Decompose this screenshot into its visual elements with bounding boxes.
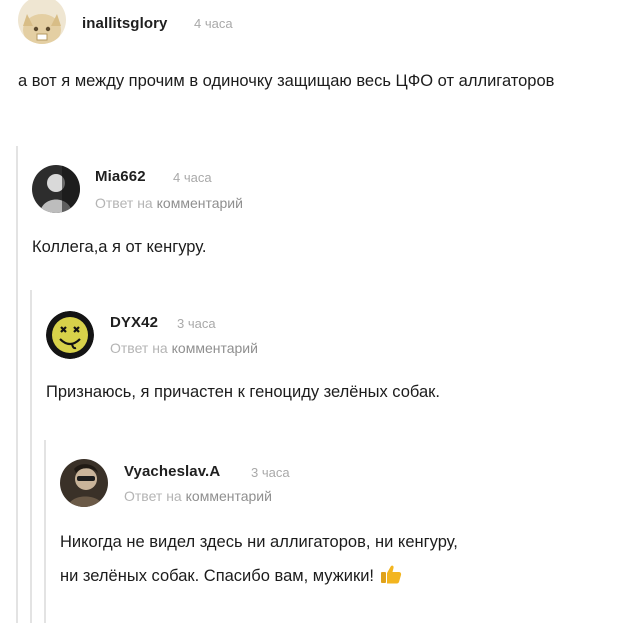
timestamp: 4 часа bbox=[194, 16, 233, 31]
dark-portrait-avatar-icon bbox=[32, 165, 80, 213]
comment-text-line-content: ни зелёных собак. Спасибо вам, мужики! bbox=[60, 567, 374, 585]
comment-text: а вот я между прочим в одиночку защищаю … bbox=[18, 72, 555, 90]
avatar[interactable] bbox=[46, 311, 94, 359]
reply-target[interactable]: комментарий bbox=[186, 488, 272, 504]
comment-text: Никогда не видел здесь ни аллигаторов, н… bbox=[60, 525, 620, 593]
username[interactable]: inallitsglory bbox=[82, 15, 168, 32]
comment-text-line: ни зелёных собак. Спасибо вам, мужики! bbox=[60, 559, 620, 593]
reply-to-link[interactable]: Ответ на комментарий bbox=[110, 340, 258, 356]
smiley-face-avatar-icon bbox=[46, 311, 94, 359]
comment-3: DYX42 3 часа Ответ на комментарий Призна… bbox=[46, 305, 626, 435]
comment-1: inallitsglory 4 часа а вот я между прочи… bbox=[18, 0, 618, 140]
cat-face-avatar-icon bbox=[18, 0, 66, 44]
avatar[interactable] bbox=[18, 0, 66, 44]
avatar[interactable] bbox=[60, 459, 108, 507]
username[interactable]: Vyacheslav.A bbox=[124, 463, 220, 480]
photo-portrait-avatar-icon bbox=[60, 459, 108, 507]
thread-rail bbox=[30, 290, 32, 623]
thread-rail bbox=[44, 440, 46, 623]
reply-to-link[interactable]: Ответ на комментарий bbox=[95, 195, 243, 211]
comment-text-line: Никогда не видел здесь ни аллигаторов, н… bbox=[60, 533, 458, 551]
avatar[interactable] bbox=[32, 165, 80, 213]
thread-rail bbox=[16, 146, 18, 623]
comment-text: Коллега,а я от кенгуру. bbox=[32, 238, 207, 256]
comment-thread: inallitsglory 4 часа а вот я между прочи… bbox=[0, 0, 635, 623]
timestamp: 3 часа bbox=[251, 465, 290, 480]
reply-target[interactable]: комментарий bbox=[157, 195, 243, 211]
thumbs-up-icon bbox=[381, 565, 402, 584]
reply-prefix: Ответ на bbox=[110, 340, 168, 356]
timestamp: 3 часа bbox=[177, 316, 216, 331]
reply-prefix: Ответ на bbox=[95, 195, 153, 211]
username[interactable]: Mia662 bbox=[95, 168, 146, 185]
reply-to-link[interactable]: Ответ на комментарий bbox=[124, 488, 272, 504]
comment-text: Признаюсь, я причастен к геноциду зелёны… bbox=[46, 383, 440, 401]
comment-2: Mia662 4 часа Ответ на комментарий Колле… bbox=[32, 160, 622, 290]
reply-target[interactable]: комментарий bbox=[172, 340, 258, 356]
comment-4: Vyacheslav.A 3 часа Ответ на комментарий… bbox=[60, 455, 630, 615]
reply-prefix: Ответ на bbox=[124, 488, 182, 504]
username[interactable]: DYX42 bbox=[110, 314, 158, 331]
timestamp: 4 часа bbox=[173, 170, 212, 185]
